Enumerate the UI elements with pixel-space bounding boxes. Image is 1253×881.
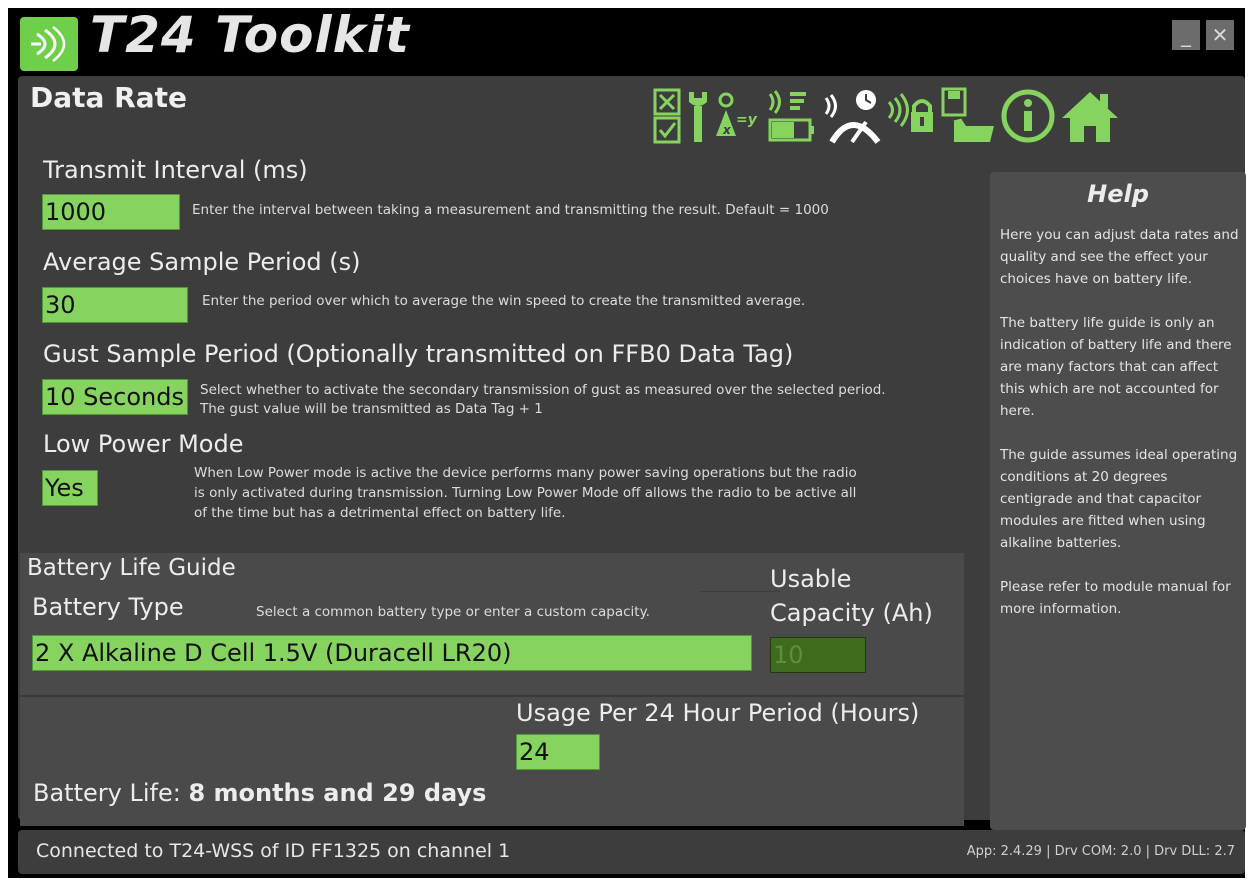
usage-label: Usage Per 24 Hour Period (Hours) bbox=[516, 699, 920, 727]
capacity-input[interactable]: 10 bbox=[770, 637, 866, 673]
help-text: Here you can adjust data rates and quali… bbox=[1000, 227, 1239, 617]
formula-icon[interactable]: x =y bbox=[714, 84, 760, 148]
low-power-select[interactable]: Yes bbox=[42, 470, 98, 506]
checklist-icon[interactable] bbox=[652, 84, 682, 148]
battery-life-guide: Battery Life Guide Battery Type Select a… bbox=[20, 553, 964, 826]
page-title: Data Rate bbox=[30, 81, 187, 114]
toolbar: x =y bbox=[648, 80, 1120, 152]
battery-life-result: Battery Life: 8 months and 29 days bbox=[33, 779, 486, 807]
low-power-description-1: When Low Power mode is active the device… bbox=[194, 465, 857, 481]
title-bar[interactable]: T24 Toolkit _ ✕ bbox=[8, 6, 1245, 76]
low-power-description-3: of the time but has a detrimental effect… bbox=[194, 505, 566, 521]
battery-type-hint: Select a common battery type or enter a … bbox=[256, 604, 650, 620]
gust-sample-label: Gust Sample Period (Optionally transmitt… bbox=[43, 340, 794, 368]
home-icon[interactable] bbox=[1060, 84, 1120, 148]
average-sample-label: Average Sample Period (s) bbox=[43, 248, 361, 276]
capacity-label-line2: Capacity (Ah) bbox=[770, 599, 933, 627]
transmit-interval-label: Transmit Interval (ms) bbox=[43, 156, 308, 184]
transmit-interval-input[interactable]: 1000 bbox=[42, 194, 180, 230]
battery-type-label: Battery Type bbox=[32, 593, 184, 621]
battery-life-label: Battery Life: bbox=[33, 779, 181, 807]
status-bar: Connected to T24-WSS of ID FF1325 on cha… bbox=[18, 830, 1245, 874]
connection-status: Connected to T24-WSS of ID FF1325 on cha… bbox=[36, 840, 511, 862]
save-open-icon[interactable] bbox=[940, 84, 996, 148]
wrench-icon[interactable] bbox=[686, 84, 710, 148]
wireless-logo-icon bbox=[31, 26, 66, 62]
battery-type-select[interactable]: 2 X Alkaline D Cell 1.5V (Duracell LR20) bbox=[32, 635, 752, 671]
version-info: App: 2.4.29 | Drv COM: 2.0 | Drv DLL: 2.… bbox=[966, 844, 1235, 859]
battery-section-title: Battery Life Guide bbox=[27, 555, 236, 581]
app-logo bbox=[20, 17, 78, 71]
capacity-label-line1: Usable bbox=[770, 565, 852, 593]
close-button[interactable]: ✕ bbox=[1206, 20, 1234, 50]
battery-section-divider bbox=[20, 695, 964, 697]
signal-gauge-icon[interactable] bbox=[822, 84, 882, 148]
help-title: Help bbox=[1087, 180, 1149, 208]
transmit-interval-description: Enter the interval between taking a meas… bbox=[192, 202, 829, 218]
divider-line bbox=[700, 591, 780, 592]
gust-sample-description-1: Select whether to activate the secondary… bbox=[200, 382, 886, 398]
svg-text:x: x bbox=[722, 123, 732, 137]
average-sample-input[interactable]: 30 bbox=[42, 287, 188, 323]
signal-lock-icon[interactable] bbox=[886, 84, 936, 148]
signal-battery-icon[interactable] bbox=[764, 84, 818, 148]
info-icon[interactable] bbox=[1000, 84, 1056, 148]
gust-sample-description-2: The gust value will be transmitted as Da… bbox=[200, 401, 543, 417]
app-title: T24 Toolkit bbox=[90, 6, 410, 64]
app-window: T24 Toolkit _ ✕ Data Rate x =y Transmit … bbox=[8, 6, 1246, 878]
low-power-label: Low Power Mode bbox=[43, 430, 244, 458]
svg-text:=y: =y bbox=[736, 112, 758, 128]
average-sample-description: Enter the period over which to average t… bbox=[202, 293, 806, 309]
battery-life-value: 8 months and 29 days bbox=[188, 779, 487, 807]
help-panel: Help Here you can adjust data rates and … bbox=[990, 172, 1246, 830]
gust-sample-select[interactable]: 10 Seconds bbox=[42, 379, 188, 415]
usage-input[interactable]: 24 bbox=[516, 734, 600, 770]
low-power-description-2: is only activated during transmission. T… bbox=[194, 485, 857, 501]
minimize-button[interactable]: _ bbox=[1172, 20, 1200, 50]
